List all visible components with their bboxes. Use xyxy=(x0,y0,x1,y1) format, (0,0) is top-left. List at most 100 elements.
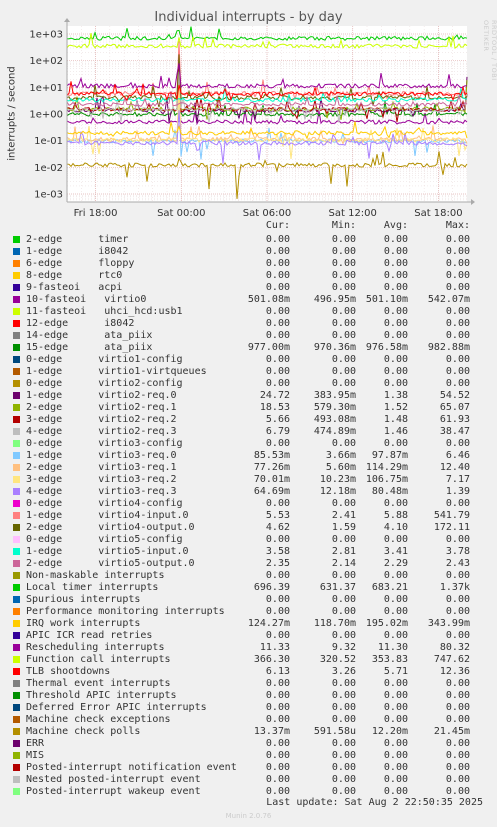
legend-value-max: 172.11 xyxy=(433,522,470,533)
legend-value-cur: 6.13 xyxy=(265,666,290,677)
legend-value-min: 591.58u xyxy=(313,726,356,737)
legend-swatch xyxy=(13,404,20,411)
legend-value-cur: 0.00 xyxy=(265,606,290,617)
legend-swatch xyxy=(13,296,20,303)
legend-value-avg: 80.48m xyxy=(371,486,408,497)
legend-value-avg: 0.00 xyxy=(383,366,408,377)
legend-value-cur: 18.53 xyxy=(259,402,290,413)
legend-value-cur: 11.33 xyxy=(259,642,290,653)
legend-label: 1-edge i8042 xyxy=(26,246,129,257)
legend-value-min: 2.81 xyxy=(331,546,356,557)
legend-value-max: 6.46 xyxy=(445,450,470,461)
legend-label: 10-fasteoi virtio0 xyxy=(26,294,147,305)
y-tick-label: 1e-02 xyxy=(34,163,63,174)
legend-row: MIS 0.00 0.00 0.00 0.00 xyxy=(0,750,497,762)
legend-row: 1-edge virtio4-input.0 5.53 2.41 5.88 541.79 xyxy=(0,510,497,522)
legend-label: 3-edge virtio2-req.2 xyxy=(26,414,177,425)
legend-value-max: 65.07 xyxy=(439,402,470,413)
legend-row: TLB shootdowns 6.13 3.26 5.71 12.36 xyxy=(0,666,497,678)
legend-label: 0-edge virtio3-config xyxy=(26,438,183,449)
legend-value-max: 1.37k xyxy=(439,582,470,593)
legend-value-cur: 0.00 xyxy=(265,786,290,797)
legend-value-cur: 13.37m xyxy=(253,726,290,737)
x-tick-label: Sat 12:00 xyxy=(329,208,377,219)
legend-value-min: 2.41 xyxy=(331,510,356,521)
legend-value-min: 320.52 xyxy=(319,654,356,665)
legend-value-cur: 696.39 xyxy=(253,582,290,593)
legend-swatch xyxy=(13,776,20,783)
legend-value-avg: 1.38 xyxy=(383,390,408,401)
legend-row: 1-edge virtio3-req.0 85.53m 3.66m 97.87m 6.4… xyxy=(0,450,497,462)
legend-value-max: 0.00 xyxy=(445,678,470,689)
legend-row: Non-maskable interrupts 0.00 0.00 0.00 0.00 xyxy=(0,570,497,582)
legend-row: 4-edge virtio3-req.3 64.69m 12.18m 80.48m 1.… xyxy=(0,486,497,498)
legend-row: 1-edge virtio2-req.0 24.72 383.95m 1.38 54.5… xyxy=(0,390,497,402)
legend-row: 11-fasteoi uhci_hcd:usb1 0.00 0.00 0.00 0.00 xyxy=(0,306,497,318)
legend-value-min: 474.89m xyxy=(313,426,356,437)
legend-value-cur: 501.08m xyxy=(247,294,290,305)
legend-swatch xyxy=(13,248,20,255)
legend-value-max: 0.00 xyxy=(445,498,470,509)
legend-label: Machine check polls xyxy=(26,726,141,737)
legend-swatch xyxy=(13,476,20,483)
legend-value-avg: 5.71 xyxy=(383,666,408,677)
legend-value-avg: 1.48 xyxy=(383,414,408,425)
legend-label: Function call interrupts xyxy=(26,654,171,665)
legend-value-avg: 0.00 xyxy=(383,258,408,269)
legend-value-min: 631.37 xyxy=(319,582,356,593)
legend-label: Nested posted-interrupt event xyxy=(26,774,201,785)
legend-swatch xyxy=(13,752,20,759)
legend-value-max: 2.43 xyxy=(445,558,470,569)
legend-swatch xyxy=(13,272,20,279)
legend-row: 1-edge virtio1-virtqueues 0.00 0.00 0.00 0.0… xyxy=(0,366,497,378)
legend-label: 4-edge virtio3-req.3 xyxy=(26,486,177,497)
legend-row: 4-edge virtio2-req.3 6.79 474.89m 1.46 38.47 xyxy=(0,426,497,438)
legend-value-min: 10.23m xyxy=(319,474,356,485)
legend-row: Function call interrupts 366.30 320.52 353.… xyxy=(0,654,497,666)
legend-value-avg: 114.29m xyxy=(365,462,408,473)
legend-value-avg: 106.75m xyxy=(365,474,408,485)
legend-value-cur: 0.00 xyxy=(265,750,290,761)
legend-value-max: 0.00 xyxy=(445,282,470,293)
legend-row: 9-fasteoi acpi 0.00 0.00 0.00 0.00 xyxy=(0,282,497,294)
legend-row: 0-edge virtio1-config 0.00 0.00 0.00 0.00 xyxy=(0,354,497,366)
legend-value-cur: 0.00 xyxy=(265,246,290,257)
legend-row: Machine check polls 13.37m 591.58u 12.20m 21… xyxy=(0,726,497,738)
legend-swatch xyxy=(13,668,20,675)
legend-value-min: 3.66m xyxy=(325,450,356,461)
legend-value-avg: 11.30 xyxy=(377,642,408,653)
legend-value-min: 5.60m xyxy=(325,462,356,473)
legend-label: 1-edge virtio1-virtqueues xyxy=(26,366,207,377)
legend-value-max: 0.00 xyxy=(445,606,470,617)
legend-value-min: 383.95m xyxy=(313,390,356,401)
legend-label: ERR xyxy=(26,738,45,749)
legend-swatch xyxy=(13,680,20,687)
legend-value-cur: 0.00 xyxy=(265,630,290,641)
legend-label: 1-edge virtio5-input.0 xyxy=(26,546,189,557)
y-tick-label: 1e-03 xyxy=(34,189,63,200)
legend-row: 1-edge i8042 0.00 0.00 0.00 0.00 xyxy=(0,246,497,258)
legend-label: 12-edge i8042 xyxy=(26,318,135,329)
legend-row: Rescheduling interrupts 11.33 9.32 11.30 80.… xyxy=(0,642,497,654)
legend-swatch xyxy=(13,524,20,531)
legend-label: 0-edge virtio2-config xyxy=(26,378,183,389)
legend-value-cur: 0.00 xyxy=(265,306,290,317)
legend-value-max: 0.00 xyxy=(445,234,470,245)
legend-value-cur: 6.79 xyxy=(265,426,290,437)
col-header-avg: Avg: xyxy=(383,220,408,231)
legend-value-cur: 0.00 xyxy=(265,318,290,329)
legend-value-cur: 0.00 xyxy=(265,366,290,377)
legend-value-cur: 0.00 xyxy=(265,774,290,785)
legend-label: Machine check exceptions xyxy=(26,714,171,725)
legend-value-cur: 77.26m xyxy=(253,462,290,473)
legend-value-avg: 0.00 xyxy=(383,498,408,509)
legend-value-max: 747.62 xyxy=(433,654,470,665)
legend-value-avg: 195.02m xyxy=(365,618,408,629)
legend-row: Nested posted-interrupt event 0.00 0.00 0.0… xyxy=(0,774,497,786)
legend-swatch xyxy=(13,260,20,267)
legend-value-min: 9.32 xyxy=(331,642,356,653)
legend-swatch xyxy=(13,656,20,663)
legend-value-cur: 124.27m xyxy=(247,618,290,629)
legend-value-avg: 0.00 xyxy=(383,306,408,317)
legend-row: Spurious interrupts 0.00 0.00 0.00 0.00 xyxy=(0,594,497,606)
